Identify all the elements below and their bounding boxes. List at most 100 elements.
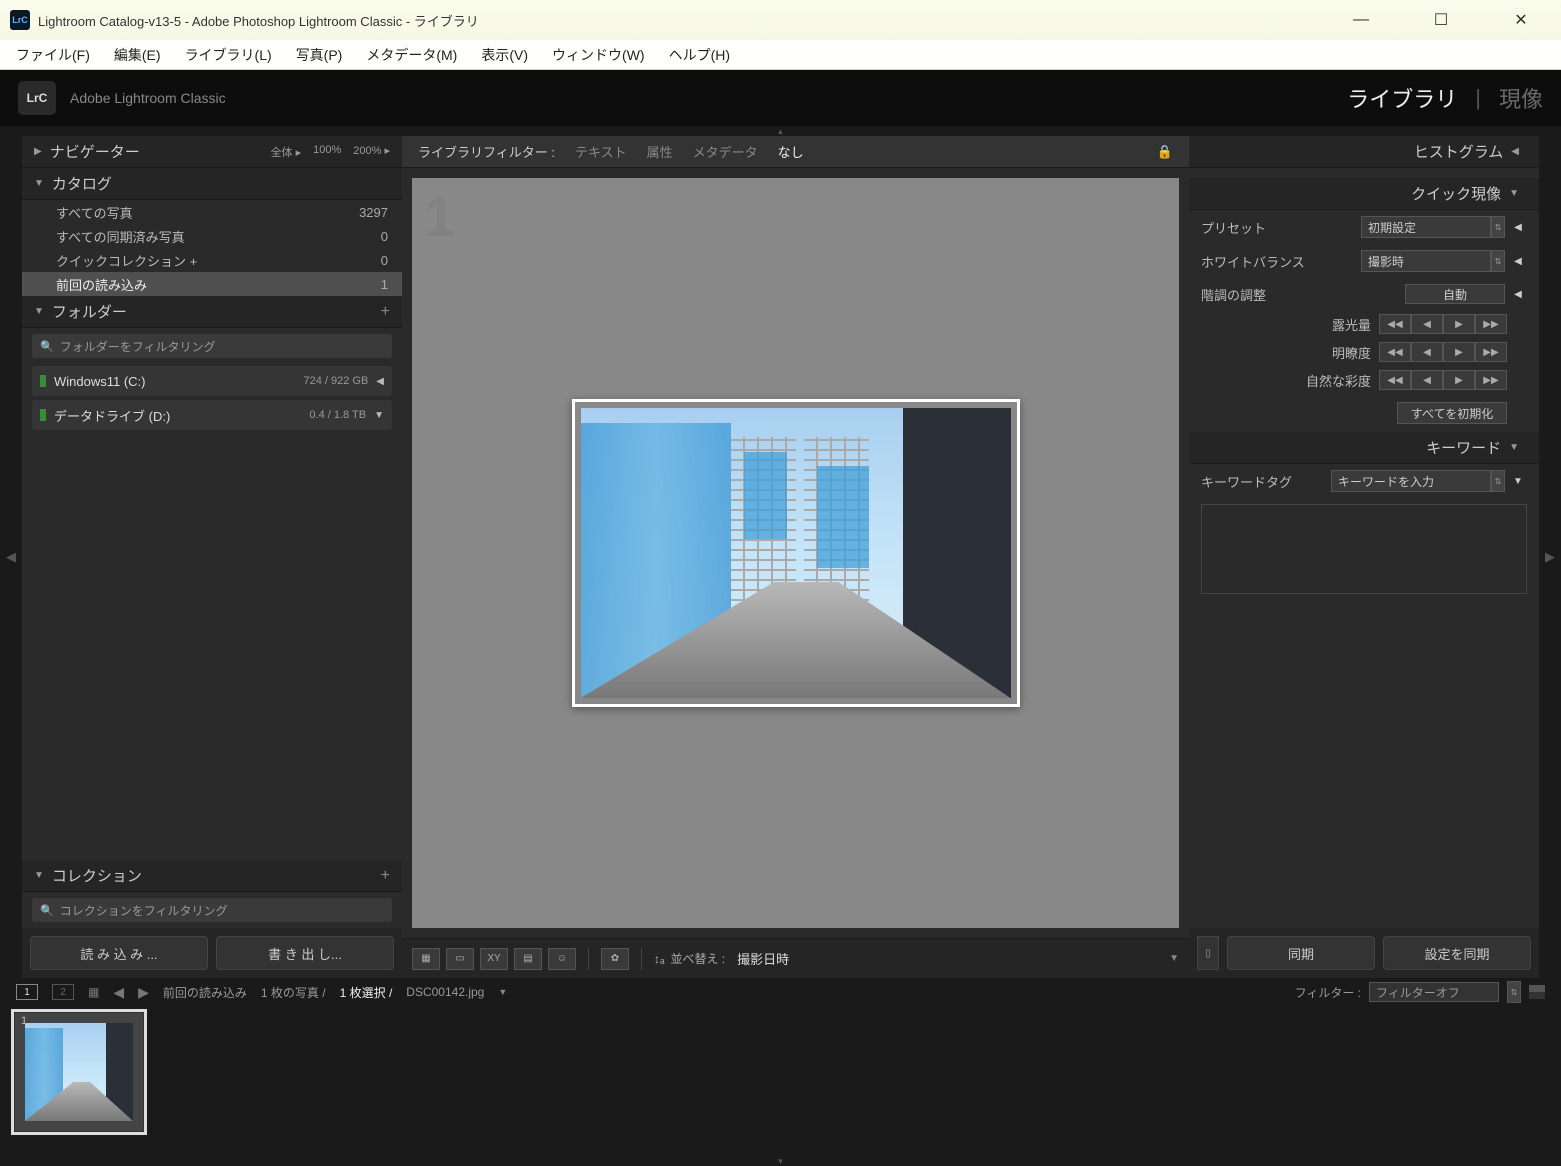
keywords-header[interactable]: キーワード ▼ (1189, 432, 1539, 464)
toolbar-menu-icon[interactable]: ▼ (1169, 953, 1179, 964)
filter-toggle-icon[interactable] (1529, 985, 1545, 999)
nav-forward-icon[interactable]: ▶ (138, 984, 149, 1001)
minimize-button[interactable]: — (1341, 5, 1381, 35)
menu-photo[interactable]: 写真(P) (284, 41, 355, 69)
compare-view-icon[interactable]: XY (480, 948, 508, 970)
filter-spin[interactable]: ⇅ (1507, 981, 1521, 1003)
wb-spin[interactable]: ⇅ (1491, 250, 1505, 272)
step-up[interactable]: ▶ (1443, 342, 1475, 362)
keyword-disclosure[interactable]: ▼ (1509, 476, 1527, 487)
monitor-2-button[interactable]: 2 (52, 984, 74, 1000)
add-folder-icon[interactable]: + (381, 303, 390, 321)
step-down[interactable]: ◀ (1411, 314, 1443, 334)
step-big-down[interactable]: ◀◀ (1379, 314, 1411, 334)
grid-icon[interactable]: ▦ (88, 985, 99, 999)
preset-disclosure[interactable]: ◀ (1509, 222, 1527, 233)
filter-lock-icon[interactable]: 🔒 (1157, 144, 1173, 160)
step-up[interactable]: ▶ (1443, 314, 1475, 334)
export-button[interactable]: 書 き 出 し... (216, 936, 394, 970)
quick-develop-header[interactable]: クイック現像 ▼ (1189, 178, 1539, 210)
module-develop[interactable]: 現像 (1499, 82, 1543, 114)
step-down[interactable]: ◀ (1411, 342, 1443, 362)
preset-select[interactable]: 初期設定 (1361, 216, 1491, 238)
step-up[interactable]: ▶ (1443, 370, 1475, 390)
source-label[interactable]: 前回の読み込み (163, 984, 247, 1001)
volume-name: データドライブ (D:) (54, 406, 170, 425)
folders-header[interactable]: ▼ フォルダー + (22, 296, 402, 328)
sort-direction-icon[interactable]: ↕ₐ (654, 952, 664, 966)
menu-edit[interactable]: 編集(E) (102, 41, 173, 69)
filter-none[interactable]: なし (778, 142, 804, 161)
menu-library[interactable]: ライブラリ(L) (173, 41, 284, 69)
chevron-left-icon[interactable]: ◀ (376, 376, 384, 387)
menu-view[interactable]: 表示(V) (469, 41, 540, 69)
bottom-panel-toggle[interactable]: ▼ (0, 1156, 1561, 1166)
module-library[interactable]: ライブラリ (1347, 82, 1457, 114)
menu-metadata[interactable]: メタデータ(M) (354, 41, 469, 69)
collection-filter-input[interactable]: 🔍 コレクションをフィルタリング (32, 898, 392, 922)
app-name-label: Adobe Lightroom Classic (70, 90, 226, 106)
catalog-all-photos[interactable]: すべての写真 3297 (22, 200, 402, 224)
histogram-header[interactable]: ヒストグラム ◀ (1189, 136, 1539, 168)
collections-header[interactable]: ▼ コレクション + (22, 860, 402, 892)
top-panel-toggle[interactable]: ▲ (0, 126, 1561, 136)
filename-dropdown-icon[interactable]: ▼ (498, 987, 507, 997)
step-down[interactable]: ◀ (1411, 370, 1443, 390)
keyword-textarea[interactable] (1201, 504, 1527, 594)
catalog-quick-collection[interactable]: クイックコレクション + 0 (22, 248, 402, 272)
filter-off-select[interactable]: フィルターオフ (1369, 982, 1499, 1002)
filter-metadata[interactable]: メタデータ (693, 142, 758, 161)
folder-filter-placeholder: フォルダーをフィルタリング (60, 338, 216, 355)
tone-auto-button[interactable]: 自動 (1405, 284, 1505, 304)
keyword-select[interactable]: キーワードを入力 (1331, 470, 1491, 492)
maximize-button[interactable]: ☐ (1421, 5, 1461, 35)
left-edge-toggle[interactable]: ◀ (0, 136, 22, 978)
survey-view-icon[interactable]: ▤ (514, 948, 542, 970)
filter-text[interactable]: テキスト (575, 142, 627, 161)
menu-file[interactable]: ファイル(F) (4, 41, 102, 69)
volume-d[interactable]: データドライブ (D:) 0.4 / 1.8 TB ▼ (32, 400, 392, 430)
keyword-spin[interactable]: ⇅ (1491, 470, 1505, 492)
image-viewport[interactable]: 1 (412, 178, 1179, 928)
filmstrip-thumb[interactable]: 1 (14, 1012, 144, 1132)
catalog-header[interactable]: ▼ カタログ (22, 168, 402, 200)
volume-c[interactable]: Windows11 (C:) 724 / 922 GB ◀ (32, 366, 392, 396)
loupe-view-icon[interactable]: ▭ (446, 948, 474, 970)
zoom-200[interactable]: 200% ▸ (353, 144, 390, 160)
menu-window[interactable]: ウィンドウ(W) (540, 41, 657, 69)
add-collection-icon[interactable]: + (381, 867, 390, 885)
wb-disclosure[interactable]: ◀ (1509, 256, 1527, 267)
right-edge-toggle[interactable]: ▶ (1539, 136, 1561, 978)
grid-view-icon[interactable]: ▦ (412, 948, 440, 970)
import-button[interactable]: 読 み 込 み ... (30, 936, 208, 970)
catalog-previous-import[interactable]: 前回の読み込み 1 (22, 272, 402, 296)
monitor-1-button[interactable]: 1 (16, 984, 38, 1000)
zoom-100[interactable]: 100% (313, 144, 341, 160)
sort-dropdown[interactable]: 撮影日時 (737, 949, 789, 968)
menu-help[interactable]: ヘルプ(H) (657, 41, 742, 69)
spray-icon[interactable]: ✿ (601, 948, 629, 970)
close-button[interactable]: ✕ (1501, 5, 1541, 35)
preset-spin[interactable]: ⇅ (1491, 216, 1505, 238)
folder-filter-input[interactable]: 🔍 フォルダーをフィルタリング (32, 334, 392, 358)
catalog-synced[interactable]: すべての同期済み写真 0 (22, 224, 402, 248)
tone-disclosure[interactable]: ◀ (1509, 289, 1527, 300)
filmstrip[interactable]: 1 (0, 1006, 1561, 1156)
sync-toggle[interactable]: ▯ (1197, 936, 1219, 970)
step-big-up[interactable]: ▶▶ (1475, 314, 1507, 334)
filter-attribute[interactable]: 属性 (647, 142, 673, 161)
wb-select[interactable]: 撮影時 (1361, 250, 1491, 272)
chevron-down-icon[interactable]: ▼ (374, 410, 384, 421)
sync-button[interactable]: 同期 (1227, 936, 1375, 970)
reset-all-button[interactable]: すべてを初期化 (1397, 402, 1507, 424)
zoom-fit[interactable]: 全体 ▸ (271, 144, 302, 160)
navigator-header[interactable]: ▶ ナビゲーター 全体 ▸ 100% 200% ▸ (22, 136, 402, 168)
sync-settings-button[interactable]: 設定を同期 (1383, 936, 1531, 970)
step-big-up[interactable]: ▶▶ (1475, 342, 1507, 362)
people-view-icon[interactable]: ☺ (548, 948, 576, 970)
nav-back-icon[interactable]: ◀ (113, 984, 124, 1001)
step-big-down[interactable]: ◀◀ (1379, 342, 1411, 362)
photo-preview (581, 408, 1011, 698)
step-big-down[interactable]: ◀◀ (1379, 370, 1411, 390)
step-big-up[interactable]: ▶▶ (1475, 370, 1507, 390)
